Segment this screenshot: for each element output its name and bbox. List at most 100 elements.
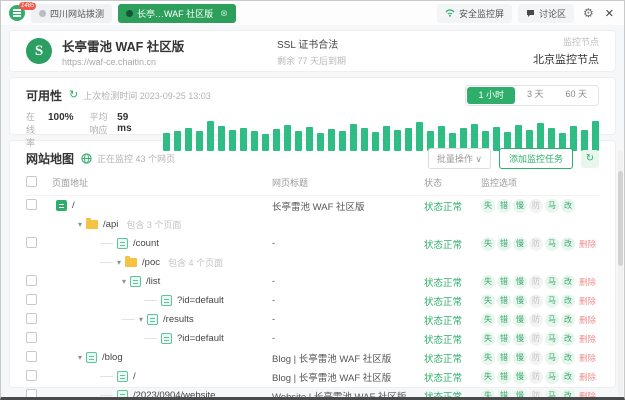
page-path[interactable]: /2023/0904/website [133, 390, 215, 400]
page-path[interactable]: /count [133, 238, 159, 249]
monitor-badge[interactable]: 防 [529, 237, 543, 251]
row-checkbox[interactable] [26, 370, 37, 381]
monitor-badge[interactable]: 改 [561, 199, 575, 213]
delete-link[interactable]: 删除 [579, 238, 596, 250]
row-checkbox[interactable] [26, 275, 37, 286]
monitor-badge[interactable]: 错 [497, 237, 511, 251]
tab-safeline-waf[interactable]: 长亭…WAF 社区版 ⊗ [118, 4, 236, 23]
monitor-badge[interactable]: 慢 [513, 332, 527, 346]
monitor-badge[interactable]: 错 [497, 199, 511, 213]
range-3d[interactable]: 3 天 [516, 86, 555, 105]
monitor-badge[interactable]: 马 [545, 237, 559, 251]
row-checkbox[interactable] [26, 199, 37, 210]
monitor-badge[interactable]: 错 [497, 389, 511, 400]
monitor-badge[interactable]: 马 [545, 351, 559, 365]
row-checkbox[interactable] [26, 237, 37, 248]
site-url-link[interactable]: https://waf-ce.chaitin.cn [62, 57, 277, 67]
monitor-badge[interactable]: 慢 [513, 237, 527, 251]
expand-caret-icon[interactable]: ▾ [78, 353, 82, 362]
monitor-badge[interactable]: 慢 [513, 370, 527, 384]
monitor-badge[interactable]: 失 [481, 275, 495, 289]
monitor-badge[interactable]: 错 [497, 294, 511, 308]
refresh-icon[interactable]: ↻ [69, 90, 78, 101]
page-path[interactable]: / [133, 371, 136, 382]
monitor-badge[interactable]: 马 [545, 294, 559, 308]
monitor-badge[interactable]: 改 [561, 351, 575, 365]
page-path[interactable]: /poc [142, 257, 160, 268]
range-60d[interactable]: 60 天 [554, 86, 598, 105]
expand-caret-icon[interactable]: ▾ [139, 315, 143, 324]
monitor-badge[interactable]: 防 [529, 313, 543, 327]
monitor-badge[interactable]: 防 [529, 199, 543, 213]
bulk-actions-dropdown[interactable]: 批量操作 ∨ [428, 148, 491, 169]
expand-caret-icon[interactable]: ▾ [117, 258, 121, 267]
monitor-badge[interactable]: 慢 [513, 389, 527, 400]
delete-link[interactable]: 删除 [579, 390, 596, 400]
settings-gear-icon[interactable]: ⚙ [580, 7, 597, 19]
row-checkbox[interactable] [26, 389, 37, 400]
app-logo-icon[interactable]: 1485 [9, 5, 25, 21]
monitor-badge[interactable]: 防 [529, 275, 543, 289]
monitor-badge[interactable]: 马 [545, 370, 559, 384]
monitor-badge[interactable]: 防 [529, 351, 543, 365]
expand-caret-icon[interactable]: ▾ [122, 277, 126, 286]
page-path[interactable]: /api [103, 219, 118, 230]
monitor-badge[interactable]: 错 [497, 275, 511, 289]
monitor-badge[interactable]: 改 [561, 294, 575, 308]
table-refresh-button[interactable]: ↻ [581, 150, 599, 168]
monitor-badge[interactable]: 错 [497, 370, 511, 384]
monitor-badge[interactable]: 错 [497, 313, 511, 327]
monitor-badge[interactable]: 错 [497, 351, 511, 365]
forum-button[interactable]: 讨论区 [518, 4, 574, 23]
monitor-badge[interactable]: 防 [529, 294, 543, 308]
page-path[interactable]: /blog [102, 352, 123, 363]
monitor-badge[interactable]: 防 [529, 370, 543, 384]
monitor-badge[interactable]: 慢 [513, 275, 527, 289]
monitor-badge[interactable]: 失 [481, 332, 495, 346]
delete-link[interactable]: 删除 [579, 371, 596, 383]
monitor-badge[interactable]: 马 [545, 389, 559, 400]
monitor-badge[interactable]: 防 [529, 389, 543, 400]
monitor-badge[interactable]: 慢 [513, 351, 527, 365]
monitor-badge[interactable]: 马 [545, 275, 559, 289]
monitor-badge[interactable]: 防 [529, 332, 543, 346]
monitor-badge[interactable]: 改 [561, 313, 575, 327]
add-monitor-task-button[interactable]: 添加监控任务 [499, 148, 573, 169]
monitor-badge[interactable]: 失 [481, 313, 495, 327]
scrollbar-thumb[interactable] [618, 171, 623, 266]
monitor-badge[interactable]: 改 [561, 370, 575, 384]
monitor-badge[interactable]: 慢 [513, 294, 527, 308]
row-checkbox[interactable] [26, 351, 37, 362]
row-checkbox[interactable] [26, 313, 37, 324]
delete-link[interactable]: 删除 [579, 295, 596, 307]
range-1h[interactable]: 1 小时 [467, 87, 515, 104]
monitor-badge[interactable]: 慢 [513, 313, 527, 327]
row-checkbox[interactable] [26, 294, 37, 305]
monitor-badge[interactable]: 改 [561, 332, 575, 346]
page-path[interactable]: / [72, 200, 75, 211]
expand-caret-icon[interactable]: ▾ [78, 220, 82, 229]
monitor-badge[interactable]: 马 [545, 332, 559, 346]
monitor-badge[interactable]: 改 [561, 275, 575, 289]
monitor-badge[interactable]: 失 [481, 351, 495, 365]
monitor-badge[interactable]: 改 [561, 389, 575, 400]
delete-link[interactable]: 删除 [579, 276, 596, 288]
monitor-badge[interactable]: 马 [545, 199, 559, 213]
monitor-badge[interactable]: 失 [481, 389, 495, 400]
security-screen-button[interactable]: 安全监控屏 [437, 4, 512, 23]
page-path[interactable]: /results [163, 314, 194, 325]
delete-link[interactable]: 删除 [579, 333, 596, 345]
monitor-badge[interactable]: 失 [481, 199, 495, 213]
select-all-checkbox[interactable] [26, 176, 37, 187]
monitor-badge[interactable]: 失 [481, 237, 495, 251]
page-path[interactable]: /list [146, 276, 160, 287]
window-close-icon[interactable]: ✕ [603, 7, 616, 20]
scrollbar[interactable] [618, 151, 623, 396]
page-path[interactable]: ?id=default [177, 295, 224, 306]
monitor-badge[interactable]: 慢 [513, 199, 527, 213]
delete-link[interactable]: 删除 [579, 314, 596, 326]
tab-sichuan-site[interactable]: 四川网站拨测 [31, 4, 112, 23]
page-path[interactable]: ?id=default [177, 333, 224, 344]
row-checkbox[interactable] [26, 332, 37, 343]
delete-link[interactable]: 删除 [579, 352, 596, 364]
